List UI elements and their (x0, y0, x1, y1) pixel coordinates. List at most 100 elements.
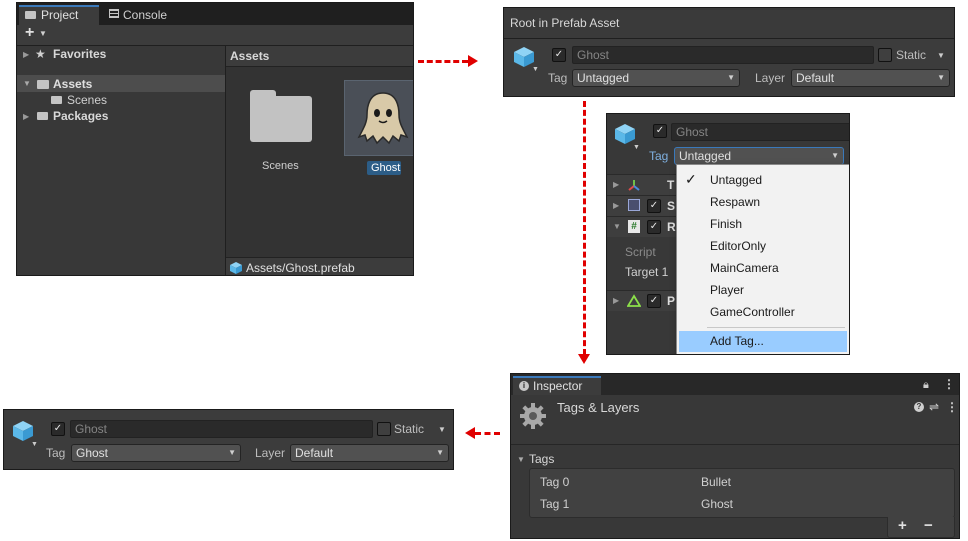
icon-dropdown-arrow-icon[interactable]: ▼ (31, 437, 38, 453)
inspector-tag-dropdown: ▼ ✓ Ghost Tag Untagged ▼ ▶ T ▶ ✓ S ▼ # ✓… (606, 113, 850, 355)
icon-dropdown-arrow-icon[interactable]: ▼ (532, 62, 539, 78)
component-label: P (667, 294, 676, 308)
favorites-expand-icon[interactable]: ▶ (23, 47, 29, 63)
menu-item-respawn[interactable]: Respawn (677, 191, 849, 213)
tree-item-packages[interactable]: Packages (53, 108, 108, 124)
tree-item-assets[interactable]: Assets (53, 76, 92, 92)
chevron-down-icon: ▼ (831, 151, 839, 160)
check-icon: ✓ (685, 171, 697, 187)
asset-scenes-label: Scenes (262, 160, 299, 172)
menu-item-add-tag[interactable]: Add Tag... (679, 331, 847, 352)
assets-header-bar: Assets (226, 46, 413, 67)
info-icon: i (519, 381, 529, 391)
component-enabled-checkbox[interactable]: ✓ (647, 294, 661, 308)
tag-label: Tag (649, 149, 669, 163)
gear-icon (520, 403, 546, 429)
more-vertical-icon[interactable]: ⋮ (943, 376, 955, 392)
layer-label: Layer (755, 71, 786, 85)
menu-item-untagged[interactable]: ✓ Untagged (677, 169, 849, 191)
tab-console-label: Console (123, 8, 168, 22)
layer-label: Layer (255, 446, 286, 460)
tab-inspector[interactable]: i Inspector (513, 376, 601, 395)
static-checkbox[interactable] (377, 422, 391, 436)
prefab-root-title: Root in Prefab Asset (510, 16, 620, 30)
script-icon: # (628, 220, 640, 233)
menu-item-player[interactable]: Player (677, 279, 849, 301)
asset-ghost-label[interactable]: Ghost (371, 160, 400, 176)
list-item[interactable]: Tag 0 Bullet (530, 471, 954, 493)
name-field[interactable]: Ghost (671, 123, 849, 141)
icon-dropdown-arrow-icon[interactable]: ▼ (633, 140, 640, 156)
layer-dropdown[interactable]: Default ▼ (791, 69, 950, 87)
component-enabled-checkbox[interactable]: ✓ (647, 220, 661, 234)
tags-section-label[interactable]: Tags (529, 451, 554, 467)
lock-icon[interactable]: 🔒︎ (923, 377, 929, 393)
tag-popup-menu: ✓ Untagged Respawn Finish EditorOnly Mai… (676, 164, 849, 354)
tree-item-favorites[interactable]: Favorites (53, 46, 106, 62)
asset-scenes[interactable] (250, 90, 312, 142)
tag-value: Ghost (701, 497, 734, 511)
preset-icon[interactable]: ⇌ (929, 399, 939, 415)
assets-expand-icon[interactable]: ▼ (23, 76, 31, 92)
polygon-collider-icon (627, 294, 641, 307)
transform-icon (628, 180, 640, 191)
asset-ghost[interactable] (344, 80, 413, 156)
flow-arrowhead-down (578, 354, 590, 364)
active-checkbox[interactable]: ✓ (653, 124, 667, 138)
tag-key: Tag 0 (540, 475, 570, 489)
component-enabled-checkbox[interactable]: ✓ (647, 199, 661, 213)
add-dropdown-arrow-icon[interactable]: ▼ (39, 26, 47, 42)
help-icon[interactable]: ? (914, 402, 924, 412)
name-field[interactable]: Ghost (70, 420, 373, 438)
name-field[interactable]: Ghost (572, 46, 874, 64)
expand-icon[interactable]: ▶ (613, 293, 619, 309)
tag-dropdown[interactable]: Ghost ▼ (71, 444, 241, 462)
expand-icon[interactable]: ▶ (613, 198, 619, 214)
assets-pane: Assets Scenes Ghost Assets/Ghost.prefab (226, 46, 413, 275)
list-footer: + − (887, 517, 955, 538)
tags-collapse-icon[interactable]: ▼ (517, 452, 525, 468)
remove-tag-button[interactable]: − (924, 518, 933, 534)
tags-list: Tag 0 Bullet Tag 1 Ghost (529, 468, 955, 518)
packages-expand-icon[interactable]: ▶ (23, 109, 29, 125)
chevron-down-icon: ▼ (937, 73, 945, 82)
tag-key: Tag 1 (540, 497, 570, 511)
add-tag-button[interactable]: + (898, 518, 907, 534)
sprite-renderer-icon (628, 199, 640, 211)
list-item[interactable]: Tag 1 Ghost (530, 493, 954, 515)
menu-item-gamecontroller[interactable]: GameController (677, 301, 849, 323)
folder-icon (37, 112, 48, 120)
menu-item-label: GameController (710, 305, 795, 319)
inspector-title: Tags & Layers (557, 400, 640, 415)
static-dropdown-arrow-icon[interactable]: ▼ (937, 48, 945, 64)
tag-dropdown[interactable]: Untagged ▼ (572, 69, 740, 87)
flow-arrowhead-left (465, 427, 475, 439)
folder-icon (51, 96, 62, 104)
more-vertical-icon[interactable]: ⋮ (946, 399, 958, 415)
active-checkbox[interactable]: ✓ (51, 422, 65, 436)
static-label: Static (394, 422, 425, 436)
component-label: S (667, 199, 676, 213)
assets-header: Assets (230, 49, 270, 63)
static-dropdown-arrow-icon[interactable]: ▼ (438, 422, 446, 438)
active-checkbox[interactable]: ✓ (552, 48, 566, 62)
result-header: ▼ ✓ Ghost Static ▼ Tag Ghost ▼ Layer Def… (3, 409, 454, 470)
menu-item-label: Add Tag... (710, 334, 764, 348)
project-toolbar: + ▼ (17, 25, 413, 46)
divider (511, 444, 959, 445)
tab-project[interactable]: Project (19, 5, 99, 25)
script-field-label: Script (625, 245, 656, 259)
layer-dropdown[interactable]: Default ▼ (290, 444, 449, 462)
static-checkbox[interactable] (878, 48, 892, 62)
menu-item-editoronly[interactable]: EditorOnly (677, 235, 849, 257)
menu-item-maincamera[interactable]: MainCamera (677, 257, 849, 279)
tab-console[interactable]: Console (105, 5, 185, 25)
target-field-label: Target 1 (625, 265, 669, 279)
menu-item-finish[interactable]: Finish (677, 213, 849, 235)
add-button[interactable]: + (25, 25, 34, 41)
ghost-thumbnail-icon (357, 92, 409, 145)
tag-dropdown[interactable]: Untagged ▼ (674, 147, 844, 165)
tree-item-scenes[interactable]: Scenes (67, 92, 107, 108)
expand-icon[interactable]: ▶ (613, 177, 619, 193)
collapse-icon[interactable]: ▼ (613, 219, 621, 235)
